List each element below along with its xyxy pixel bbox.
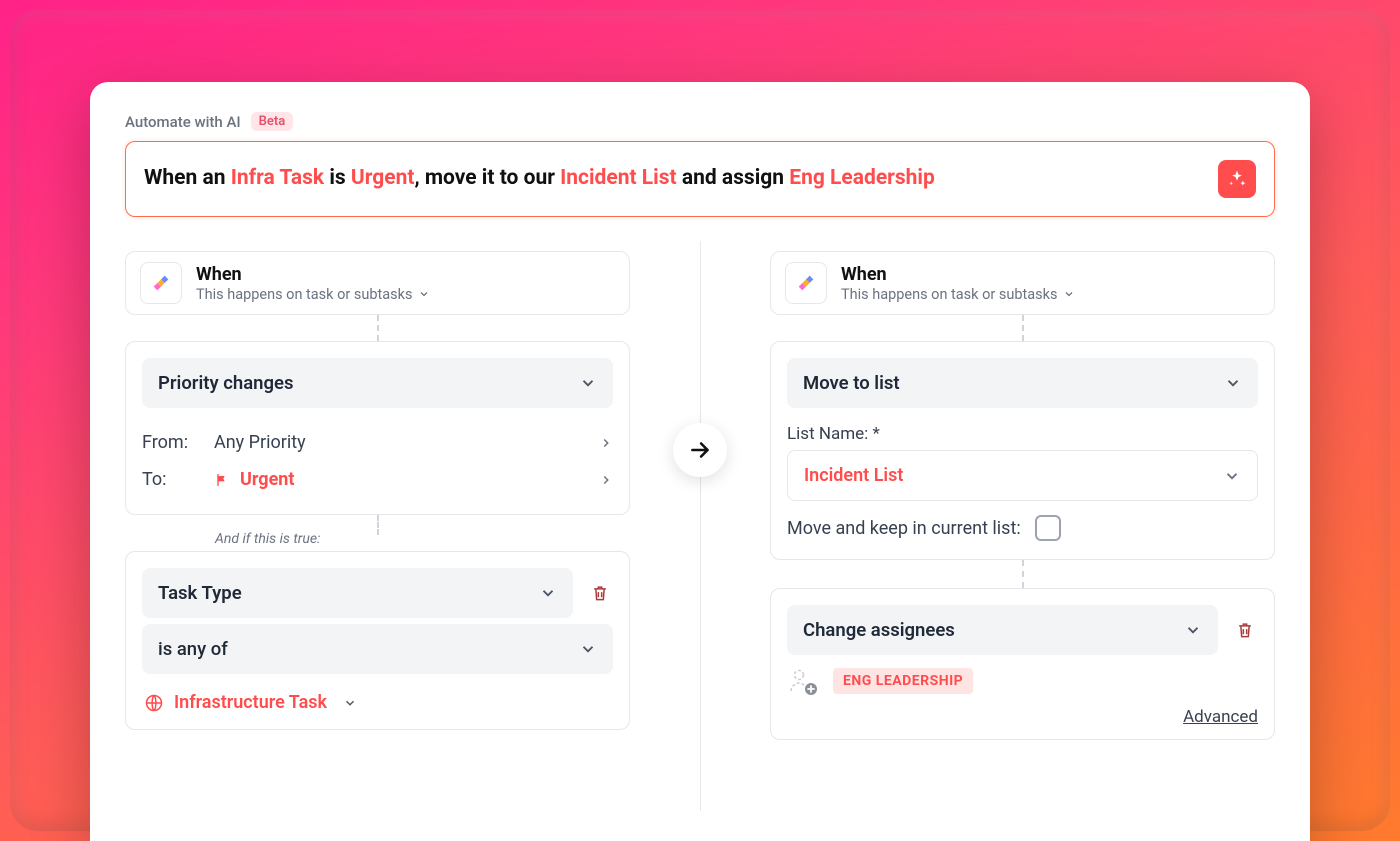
condition-intro: And if this is true:	[215, 531, 320, 547]
clickup-logo	[785, 262, 827, 304]
when-title: When	[196, 264, 430, 285]
action-type-select[interactable]: Move to list	[787, 358, 1258, 408]
chevron-down-icon	[539, 584, 557, 602]
flag-icon	[214, 472, 230, 488]
clickup-logo	[140, 262, 182, 304]
priority-from-select[interactable]: From: Any Priority	[142, 424, 613, 461]
chevron-down-icon	[579, 640, 597, 658]
condition-operator-select[interactable]: is any of	[142, 624, 613, 674]
condition-field-select[interactable]: Task Type	[142, 568, 573, 618]
action-type-select[interactable]: Change assignees	[787, 605, 1218, 655]
assignee-team-pill[interactable]: ENG LEADERSHIP	[833, 668, 973, 694]
chevron-down-icon	[1223, 467, 1241, 485]
change-assignees-card: Change assignees	[770, 588, 1275, 740]
chevron-down-icon	[1224, 374, 1242, 392]
condition-value-select[interactable]: Infrastructure Task	[142, 688, 613, 713]
clickup-logo-icon	[150, 272, 172, 294]
when-scope[interactable]: This happens on task or subtasks	[196, 286, 430, 303]
header-title: Automate with AI	[125, 113, 241, 131]
when-title: When	[841, 264, 1075, 285]
trash-icon	[590, 583, 610, 603]
keep-in-list-checkbox[interactable]	[1035, 515, 1061, 541]
people-plus-icon	[787, 665, 819, 697]
connector	[377, 315, 379, 341]
chevron-right-icon	[599, 473, 613, 487]
ai-prompt-input[interactable]: When an Infra Task is Urgent, move it to…	[125, 141, 1275, 217]
beta-badge: Beta	[251, 112, 294, 131]
ai-prompt-text: When an Infra Task is Urgent, move it to…	[144, 164, 935, 193]
when-scope[interactable]: This happens on task or subtasks	[841, 286, 1075, 303]
globe-icon	[144, 693, 164, 713]
ai-generate-button[interactable]	[1218, 160, 1256, 198]
keep-in-list-label: Move and keep in current list:	[787, 518, 1021, 539]
delete-condition-button[interactable]	[587, 580, 613, 606]
clickup-logo-icon	[795, 272, 817, 294]
trash-icon	[1235, 620, 1255, 640]
arrow-right-icon	[687, 437, 713, 463]
trigger-card: Priority changes From: Any Priority To:	[125, 341, 630, 515]
chevron-down-icon	[418, 288, 430, 300]
list-name-select[interactable]: Incident List	[787, 450, 1258, 501]
advanced-link[interactable]: Advanced	[771, 707, 1258, 727]
chevron-down-icon	[579, 374, 597, 392]
connector	[1022, 315, 1024, 341]
trigger-type-select[interactable]: Priority changes	[142, 358, 613, 408]
chevron-down-icon	[343, 696, 357, 710]
automation-builder-window: Automate with AI Beta When an Infra Task…	[90, 82, 1310, 841]
priority-to-select[interactable]: To: Urgent	[142, 461, 613, 498]
trigger-scope-card[interactable]: When This happens on task or subtasks	[125, 251, 630, 315]
chevron-down-icon	[1184, 621, 1202, 639]
move-to-list-card: Move to list List Name: * Incident List …	[770, 341, 1275, 560]
header: Automate with AI Beta	[125, 112, 1275, 131]
chevron-down-icon	[1063, 288, 1075, 300]
sparkle-icon	[1227, 169, 1247, 189]
add-assignee-button[interactable]	[787, 665, 819, 697]
connector	[770, 560, 1275, 588]
flow-arrow	[673, 423, 727, 477]
condition-card: Task Type is any of	[125, 551, 630, 730]
chevron-right-icon	[599, 436, 613, 450]
delete-action-button[interactable]	[1232, 617, 1258, 643]
list-name-label: List Name: *	[787, 424, 1258, 444]
action-scope-card[interactable]: When This happens on task or subtasks	[770, 251, 1275, 315]
